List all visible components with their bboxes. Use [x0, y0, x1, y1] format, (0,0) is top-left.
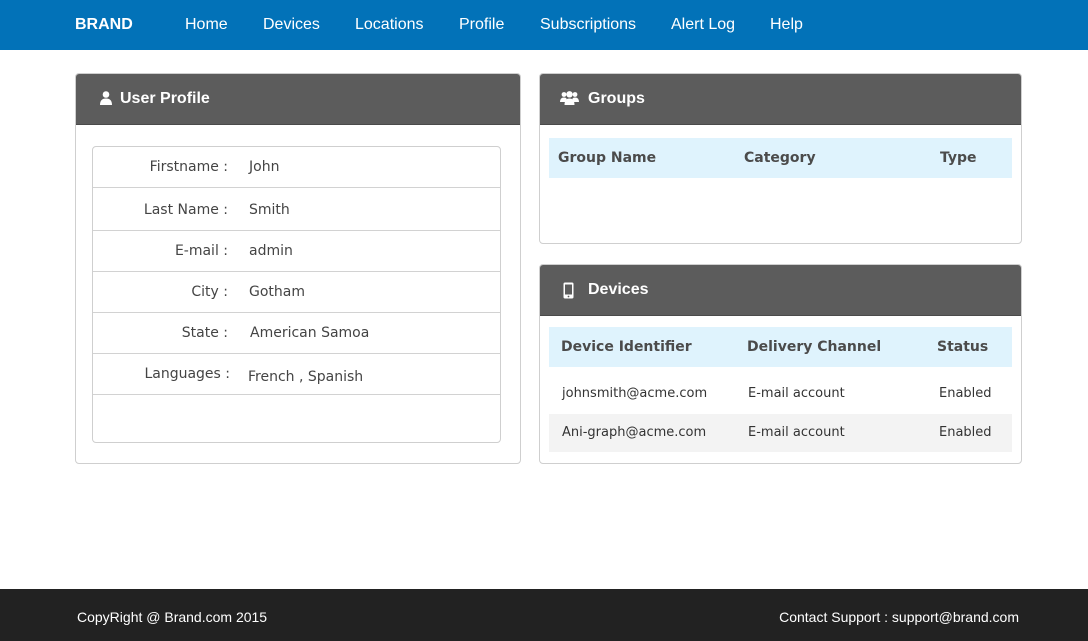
profile-row-lastname: Last Name : Smith: [93, 190, 500, 231]
nav-home[interactable]: Home: [185, 16, 228, 34]
delivery-channel-cell: E-mail account: [748, 425, 845, 440]
state-label: State :: [181, 325, 228, 341]
lastname-label: Last Name :: [143, 202, 228, 218]
table-row[interactable]: johnsmith@acme.com E-mail account Enable…: [549, 375, 1012, 413]
user-profile-panel: User Profile Firstname : John Last Name …: [75, 73, 521, 464]
category-column-header[interactable]: Category: [744, 150, 816, 166]
groups-table-header: Group Name Category Type: [549, 138, 1012, 178]
devices-heading: Devices: [540, 265, 1021, 316]
status-cell: Enabled: [939, 386, 992, 401]
user-icon: [100, 91, 112, 105]
nav-devices[interactable]: Devices: [263, 16, 320, 34]
languages-label: Languages :: [144, 366, 230, 382]
nav-help[interactable]: Help: [770, 16, 803, 34]
profile-row-state: State : American Samoa: [93, 313, 500, 354]
device-identifier-cell: johnsmith@acme.com: [562, 386, 708, 401]
email-label: E-mail :: [174, 243, 228, 259]
devices-table-header: Device Identifier Delivery Channel Statu…: [549, 327, 1012, 367]
delivery-channel-cell: E-mail account: [748, 386, 845, 401]
devices-panel: Devices Device Identifier Delivery Chann…: [539, 264, 1022, 464]
nav-profile[interactable]: Profile: [459, 16, 504, 34]
languages-value: French , Spanish: [248, 369, 364, 385]
type-column-header[interactable]: Type: [940, 150, 977, 166]
groups-panel: Groups Group Name Category Type: [539, 73, 1022, 244]
profile-row-languages: Languages : French , Spanish: [93, 354, 500, 395]
status-cell: Enabled: [939, 425, 992, 440]
page-footer: CopyRight @ Brand.com 2015 Contact Suppo…: [0, 589, 1088, 641]
device-identifier-column-header[interactable]: Device Identifier: [561, 339, 692, 355]
city-label: City :: [191, 284, 228, 300]
profile-row-city: City : Gotham: [93, 272, 500, 313]
user-profile-table: Firstname : John Last Name : Smith E-mai…: [92, 146, 501, 443]
city-value: Gotham: [249, 284, 305, 300]
mobile-phone-icon: [563, 282, 574, 299]
delivery-channel-column-header[interactable]: Delivery Channel: [747, 339, 881, 355]
profile-row-email: E-mail : admin: [93, 231, 500, 272]
user-profile-heading: User Profile: [76, 74, 520, 125]
lastname-value: Smith: [249, 202, 290, 218]
profile-row-firstname: Firstname : John: [93, 147, 500, 188]
table-row[interactable]: Ani-graph@acme.com E-mail account Enable…: [549, 414, 1012, 452]
brand-logo[interactable]: BRAND: [75, 16, 133, 34]
groups-title: Groups: [588, 90, 645, 107]
nav-locations[interactable]: Locations: [355, 16, 424, 34]
devices-title: Devices: [588, 281, 649, 298]
users-icon: [560, 91, 579, 105]
copyright-text: CopyRight @ Brand.com 2015: [77, 609, 268, 625]
nav-subscriptions[interactable]: Subscriptions: [540, 16, 636, 34]
firstname-value: John: [249, 159, 280, 175]
top-navbar: BRAND Home Devices Locations Profile Sub…: [0, 0, 1088, 50]
state-value: American Samoa: [250, 325, 370, 341]
firstname-label: Firstname :: [149, 159, 228, 175]
nav-alert-log[interactable]: Alert Log: [671, 16, 735, 34]
email-value: admin: [249, 243, 293, 259]
user-profile-title: User Profile: [120, 90, 210, 107]
groups-heading: Groups: [540, 74, 1021, 125]
group-name-column-header[interactable]: Group Name: [558, 150, 656, 166]
device-identifier-cell: Ani-graph@acme.com: [562, 425, 707, 440]
status-column-header[interactable]: Status: [937, 339, 988, 355]
contact-support-text[interactable]: Contact Support : support@brand.com: [779, 609, 1019, 625]
